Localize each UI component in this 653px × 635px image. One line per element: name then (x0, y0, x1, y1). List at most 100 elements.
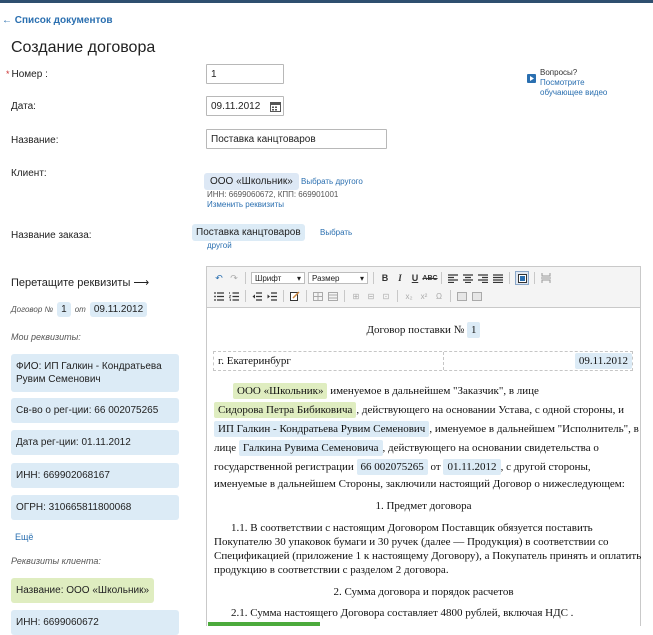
help-block: Вопросы? Посмотрите обучающее видео (540, 68, 607, 98)
toolbar-separator (245, 290, 246, 302)
registration-date-chip[interactable]: 01.11.2012 (443, 459, 501, 475)
italic-icon[interactable]: I (394, 272, 406, 284)
toolbar-row-1: ↶ ↷ Шрифт ▾ Размер ▾ B I U ABC (213, 271, 552, 285)
align-center-icon[interactable] (462, 272, 474, 284)
toolbar-separator (344, 290, 345, 302)
indent-icon[interactable] (266, 290, 278, 302)
client-detail-name[interactable]: Название: ООО «Школьник» (11, 578, 155, 603)
section-1-line-2: Покупателю 30 упаковок бумаги и 30 ручек… (214, 536, 609, 548)
table-icon[interactable] (312, 290, 324, 302)
undo-icon[interactable]: ↶ (213, 272, 225, 284)
client-details: ИНН: 6699060672, КПП: 669901001 (207, 190, 339, 199)
align-justify-icon[interactable] (492, 272, 504, 284)
para-line-4: лице Галкина Рувима Семеновича, действую… (214, 440, 599, 456)
contract-prefix: Договор № (11, 305, 54, 314)
help-video-link-line2[interactable]: обучающее видео (540, 88, 607, 98)
strikethrough-icon[interactable]: ABC (422, 272, 437, 284)
date-label: Дата: (11, 101, 36, 112)
toolbar-separator (534, 272, 535, 284)
my-detail-registration-date[interactable]: Дата рег-ции: 01.11.2012 (11, 430, 179, 455)
section-1-title: 1. Предмет договора (375, 500, 472, 512)
split-cells-icon[interactable]: ⊟ (365, 290, 377, 302)
toolbar-separator (509, 272, 510, 284)
my-detail-ogrn[interactable]: ОГРН: 310665811800068 (11, 495, 179, 520)
align-right-icon[interactable] (477, 272, 489, 284)
contract-number-row: Договор № 1 от 09.11.2012 (11, 302, 148, 317)
para-line-6: именуемые в дальнейшем Стороны, заключил… (214, 478, 625, 490)
toolbar-separator (283, 290, 284, 302)
image-icon[interactable] (456, 290, 468, 302)
document-heading: Договор поставки № 1 (207, 322, 640, 338)
para-line-2: Сидорова Петра Бибиковича, действующего … (214, 402, 624, 418)
drag-hint: Перетащите реквизиты ⟶ (11, 277, 150, 289)
client-details-title: Реквизиты клиента: (11, 556, 101, 566)
outdent-icon[interactable] (251, 290, 263, 302)
toolbar-row-2: ⊞ ⊟ ⊡ x₂ x² Ω (213, 289, 483, 303)
registration-number-chip[interactable]: 66 002075265 (356, 459, 428, 475)
calendar-icon[interactable] (266, 97, 284, 115)
help-video-link-line1[interactable]: Посмотрите (540, 78, 607, 88)
toolbar-separator (441, 272, 442, 284)
size-select[interactable]: Размер ▾ (308, 272, 368, 284)
required-star: * (6, 69, 10, 79)
page-break-icon[interactable] (540, 272, 552, 284)
contract-from: от (74, 305, 86, 314)
toolbar-separator (306, 290, 307, 302)
help-title: Вопросы? (540, 68, 578, 77)
show-blocks-icon[interactable] (515, 271, 529, 285)
font-select[interactable]: Шрифт ▾ (251, 272, 305, 284)
bold-icon[interactable]: B (379, 272, 391, 284)
more-details-link[interactable]: Ещё (15, 532, 33, 542)
merge-cells-icon[interactable]: ⊞ (350, 290, 362, 302)
align-left-icon[interactable] (447, 272, 459, 284)
document-date-chip[interactable]: 09.11.2012 (574, 353, 632, 369)
document-page[interactable]: Договор поставки № 1 г. Екатеринбург 09.… (207, 307, 641, 627)
client-rep-chip[interactable]: Сидорова Петра Бибиковича (214, 402, 357, 418)
bulleted-list-icon[interactable] (213, 290, 225, 302)
special-char-icon[interactable]: Ω (433, 290, 445, 302)
my-details-title: Мои реквизиты: (11, 332, 81, 342)
choose-other-client-link[interactable]: Выбрать другого (301, 177, 363, 186)
order-chip[interactable]: Поставка канцтоваров (192, 224, 305, 241)
client-name-chip[interactable]: ООО «Школьник» (233, 383, 328, 399)
edit-icon[interactable] (289, 290, 301, 302)
client-chip[interactable]: ООО «Школьник» (204, 173, 299, 190)
my-detail-fio[interactable]: ФИО: ИП Галкин - Кондратьева Рувим Семен… (11, 354, 179, 392)
play-video-icon[interactable] (527, 70, 536, 88)
client-detail-inn[interactable]: ИНН: 6699060672 (11, 610, 179, 635)
chevron-down-icon: ▾ (296, 273, 301, 283)
source-icon[interactable] (471, 290, 483, 302)
superscript-icon[interactable]: x² (418, 290, 430, 302)
change-details-link[interactable]: Изменить реквизиты (207, 200, 284, 209)
chevron-down-icon: ▾ (359, 273, 364, 283)
page-title: Создание договора (11, 39, 156, 56)
heading-number-chip[interactable]: 1 (466, 322, 481, 338)
redo-icon[interactable]: ↷ (228, 272, 240, 284)
back-to-documents-link[interactable]: ← Список документов (2, 15, 113, 26)
underline-icon[interactable]: U (409, 272, 421, 284)
save-button-edge[interactable] (208, 622, 320, 626)
subscript-icon[interactable]: x₂ (403, 290, 415, 302)
my-detail-inn[interactable]: ИНН: 669902068167 (11, 463, 179, 488)
cell-props-icon[interactable]: ⊡ (380, 290, 392, 302)
my-detail-registration-cert[interactable]: Св-во о рег-ции: 66 002075265 (11, 398, 179, 423)
section-1-line-1: 1.1. В соответствии с настоящим Договоро… (231, 522, 593, 534)
order-label: Название заказа: (11, 230, 92, 241)
executor-rep-chip[interactable]: Галкина Рувима Семеновича (238, 440, 383, 456)
toolbar-separator (245, 272, 246, 284)
table-row-icon[interactable] (327, 290, 339, 302)
contract-number-chip[interactable]: 1 (57, 302, 71, 317)
city-date-table: г. Екатеринбург 09.11.2012 (213, 351, 633, 371)
contract-date-chip[interactable]: 09.11.2012 (89, 302, 148, 317)
numbered-list-icon[interactable] (228, 290, 240, 302)
choose-other-order-link-1[interactable]: Выбрать (320, 228, 352, 237)
table-divider (443, 352, 445, 370)
document-city: г. Екатеринбург (218, 355, 291, 367)
toolbar-separator (397, 290, 398, 302)
top-bar (0, 0, 653, 3)
number-input[interactable] (206, 64, 284, 84)
choose-other-order-link-2[interactable]: другой (207, 241, 232, 250)
para-line-1: ООО «Школьник» именуемое в дальнейшем "З… (233, 383, 539, 399)
name-input[interactable] (206, 129, 387, 149)
executor-name-chip[interactable]: ИП Галкин - Кондратьева Рувим Семенович (214, 421, 430, 437)
